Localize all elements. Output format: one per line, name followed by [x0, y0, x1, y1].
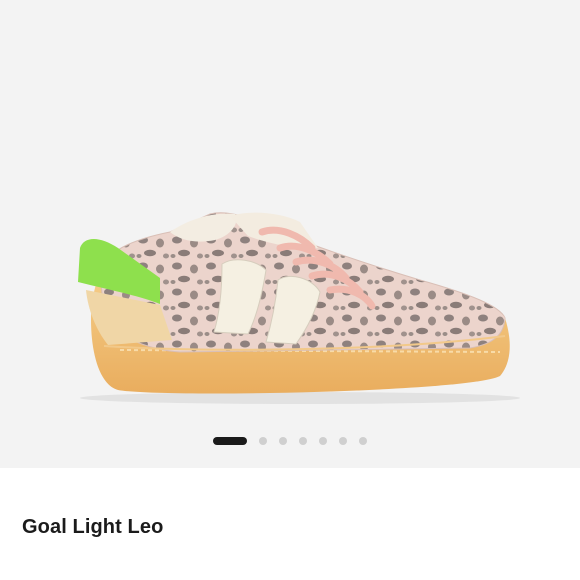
carousel-dot[interactable]: [259, 437, 267, 445]
carousel-dot[interactable]: [279, 437, 287, 445]
product-title: Goal Light Leo: [22, 516, 164, 538]
carousel-dot[interactable]: [319, 437, 327, 445]
carousel-dot-active[interactable]: [213, 437, 247, 445]
carousel-pagination: [0, 434, 580, 448]
sneaker-image[interactable]: [0, 0, 580, 468]
carousel-dot[interactable]: [299, 437, 307, 445]
carousel-dot[interactable]: [339, 437, 347, 445]
product-image-gallery[interactable]: [0, 0, 580, 468]
carousel-dot[interactable]: [359, 437, 367, 445]
